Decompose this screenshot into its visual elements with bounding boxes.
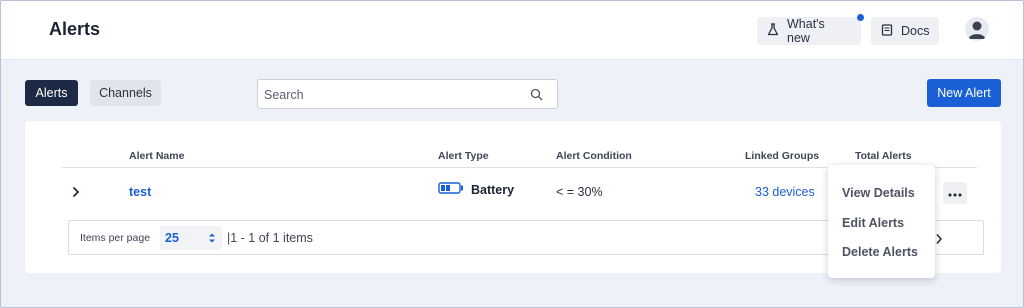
updown-caret-icon: [208, 231, 216, 249]
column-header-alert-condition[interactable]: Alert Condition: [556, 150, 632, 162]
docs-label: Docs: [901, 24, 930, 38]
items-per-page-value: 25: [165, 231, 179, 245]
alert-name-link[interactable]: test: [129, 185, 151, 199]
whats-new-button[interactable]: What's new: [757, 14, 864, 45]
notification-dot: [857, 14, 864, 21]
linked-groups-link[interactable]: 33 devices: [755, 185, 815, 199]
flask-icon: [767, 23, 779, 39]
docs-button[interactable]: Docs: [871, 17, 939, 45]
items-per-page-select[interactable]: 25: [160, 226, 222, 250]
items-per-page-label: Items per page: [80, 232, 151, 244]
new-alert-button[interactable]: New Alert: [927, 79, 1001, 107]
book-icon: [881, 23, 893, 39]
whats-new-label: What's new: [787, 17, 825, 45]
alert-condition-cell: < = 30%: [556, 185, 603, 199]
column-header-alert-type[interactable]: Alert Type: [438, 150, 489, 162]
search-box: [257, 79, 558, 109]
row-more-button[interactable]: [943, 182, 967, 204]
top-bar: Alerts What's new Docs: [1, 1, 1023, 60]
menu-item-edit-alerts[interactable]: Edit Alerts: [842, 216, 904, 230]
tab-channels[interactable]: Channels: [90, 80, 161, 106]
app-frame: Alerts What's new Docs Alerts Channels S…: [0, 0, 1024, 308]
battery-icon: [438, 182, 464, 197]
column-header-alert-name[interactable]: Alert Name: [129, 150, 184, 162]
alert-type-label: Battery: [471, 182, 515, 197]
row-actions-menu: View Details Edit Alerts Delete Alerts: [828, 165, 935, 278]
column-header-total-alerts[interactable]: Total Alerts: [855, 150, 912, 162]
menu-item-delete-alerts[interactable]: Delete Alerts: [842, 245, 918, 259]
tab-alerts[interactable]: Alerts: [25, 80, 78, 106]
pagination-range: |1 - 1 of 1 items: [227, 231, 313, 245]
alert-type-cell: Battery: [438, 182, 514, 197]
chevron-right-icon[interactable]: [71, 185, 81, 203]
menu-item-view-details[interactable]: View Details: [842, 186, 915, 200]
next-page-icon[interactable]: [935, 232, 943, 250]
column-header-linked-groups[interactable]: Linked Groups: [745, 150, 819, 162]
more-horizontal-icon: [948, 184, 962, 202]
page-title: Alerts: [49, 19, 101, 39]
user-avatar-icon[interactable]: [965, 17, 989, 41]
search-input[interactable]: [264, 86, 524, 104]
search-icon[interactable]: [530, 88, 543, 106]
